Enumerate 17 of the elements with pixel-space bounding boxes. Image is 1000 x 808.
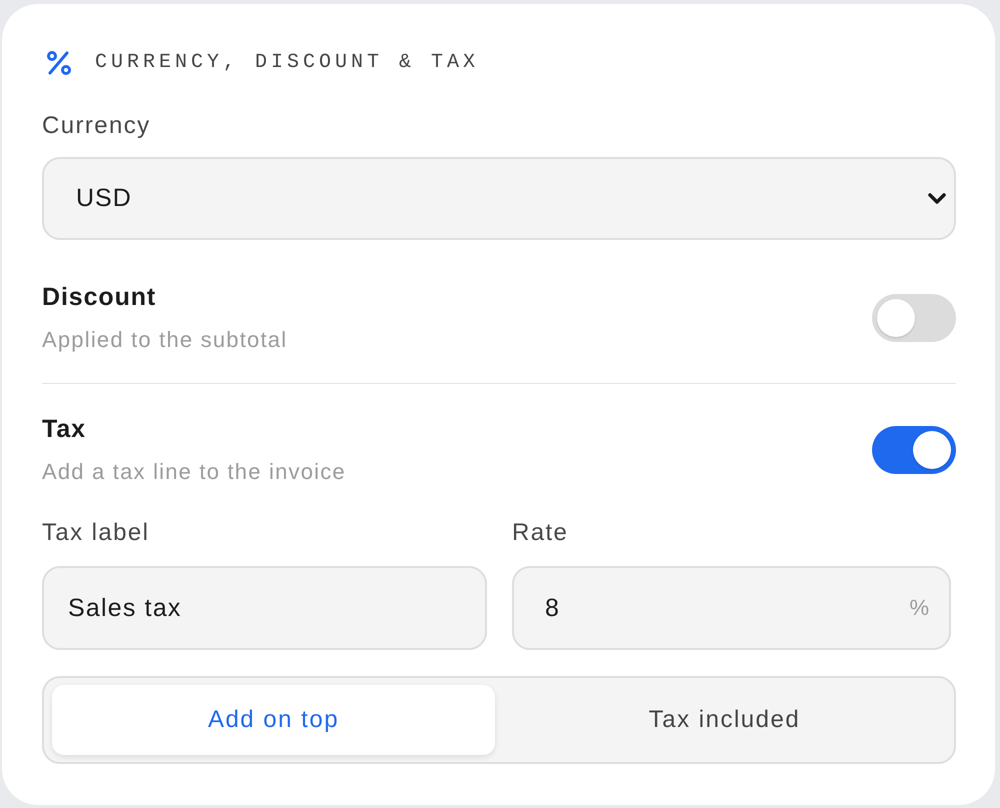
toggle-switch[interactable] — [872, 426, 956, 474]
toggle-description: Add a tax line to the invoice — [42, 458, 346, 486]
chevron-down-icon — [928, 192, 946, 204]
unit-suffix: % — [909, 595, 929, 621]
toggle-description: Applied to the subtotal — [42, 326, 288, 354]
segment-tab[interactable]: Tax included — [503, 685, 946, 755]
field-label: Tax label — [42, 519, 150, 547]
field-label: Rate — [512, 519, 570, 547]
toggle-title: Discount — [42, 282, 156, 312]
toggle-title: Tax — [42, 414, 86, 444]
text-input[interactable]: Sales tax — [42, 566, 487, 650]
field-label: Currency — [42, 112, 152, 140]
section-title: CURRENCY, DISCOUNT & TAX — [95, 50, 480, 76]
currency-select[interactable]: USD — [42, 157, 956, 240]
toggle-switch[interactable] — [872, 294, 956, 342]
segment-tab[interactable]: Add on top — [52, 685, 495, 755]
percent-icon — [46, 50, 72, 76]
